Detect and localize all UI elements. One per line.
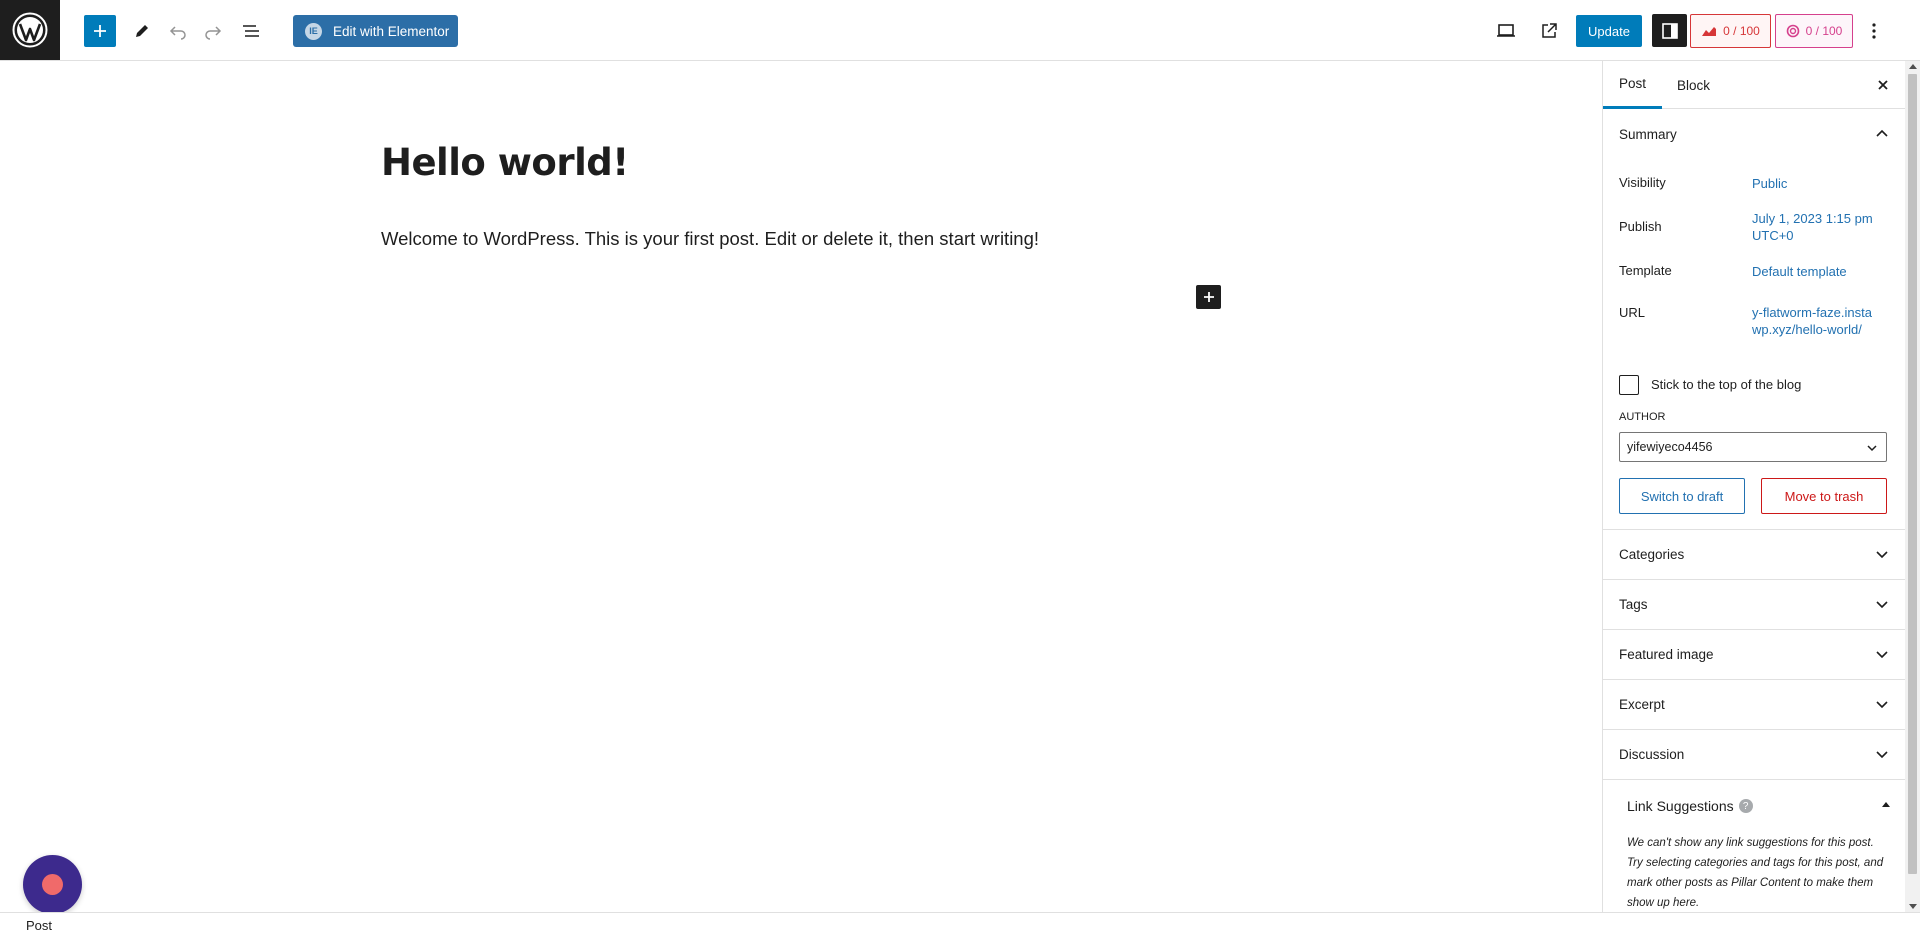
undo-button[interactable] [162,15,194,47]
list-view-icon [243,25,259,37]
chevron-up-icon [1876,129,1888,137]
sidebar-tabs: Post Block [1603,61,1905,109]
tags-heading: Tags [1619,597,1648,612]
breadcrumb-post[interactable]: Post [26,918,52,933]
readability-score-value: 0 / 100 [1805,24,1843,38]
help-icon[interactable]: ? [1738,799,1753,813]
author-label: AUTHOR [1619,411,1666,423]
paragraph-block[interactable]: Welcome to WordPress. This is your first… [381,228,1039,250]
desktop-preview-icon [1497,24,1515,37]
move-to-trash-button[interactable]: Move to trash [1761,478,1887,514]
external-link-icon [1542,23,1557,38]
block-breadcrumb-bar: Post [0,912,1920,937]
plus-icon [94,25,106,37]
post-title[interactable]: Hello world! [381,141,629,184]
chat-icon [42,874,63,895]
chevron-down-icon [1876,751,1888,759]
sticky-checkbox[interactable] [1619,375,1639,395]
template-value[interactable]: Default template [1752,263,1877,280]
scroll-down-arrow[interactable] [1909,904,1917,909]
scroll-up-arrow[interactable] [1909,64,1917,69]
chat-widget-button[interactable] [23,855,82,914]
seo-score-value: 0 / 100 [1723,24,1760,38]
discussion-heading: Discussion [1619,747,1685,762]
discussion-panel-header[interactable]: Discussion [1603,730,1905,780]
seo-score-button[interactable]: 0 / 100 [1690,14,1771,48]
tab-block[interactable]: Block [1661,61,1726,109]
link-suggestions-message: We can't show any link suggestions for t… [1627,837,1884,909]
excerpt-panel-header[interactable]: Excerpt [1603,680,1905,730]
visibility-label: Visibility [1619,175,1666,190]
inline-add-block-button[interactable] [1196,285,1221,309]
more-vertical-icon [1872,23,1876,39]
chevron-down-icon [1867,445,1877,452]
featured-image-heading: Featured image [1619,647,1714,662]
document-overview-button[interactable] [235,15,267,47]
preview-button[interactable] [1490,15,1522,47]
publish-label: Publish [1619,219,1662,234]
update-button[interactable]: Update [1576,15,1642,47]
chevron-down-icon [1876,601,1888,609]
readability-score-icon [1786,24,1799,38]
add-block-button[interactable] [84,15,116,47]
plus-icon [1203,292,1214,302]
settings-sidebar: Post Block Summary Visibility Public Pub… [1602,61,1905,912]
categories-panel-header[interactable]: Categories [1603,530,1905,580]
seo-score-icon [1702,27,1717,36]
chevron-down-icon [1876,651,1888,659]
caret-up-icon[interactable] [1882,802,1890,807]
tags-panel-header[interactable]: Tags [1603,580,1905,630]
close-icon [1878,80,1888,90]
summary-panel-header[interactable]: Summary [1603,109,1905,159]
author-select[interactable]: yifewiyeco4456 [1619,432,1887,462]
tools-button[interactable] [126,15,158,47]
edit-with-elementor-button[interactable]: IE Edit with Elementor [293,15,458,47]
scrollbar-thumb[interactable] [1908,74,1917,874]
elementor-button-label: Edit with Elementor [333,23,450,39]
readability-score-button[interactable]: 0 / 100 [1775,14,1853,48]
url-label: URL [1619,305,1646,320]
publish-date-value[interactable]: July 1, 2023 1:15 pm UTC+0 [1752,210,1877,244]
options-button[interactable] [1858,15,1890,47]
link-suggestions-header: Link Suggestions ? [1603,781,1905,831]
redo-button[interactable] [197,15,229,47]
author-select-value: yifewiyeco4456 [1627,440,1713,454]
summary-heading: Summary [1619,126,1677,142]
sidebar-icon [1661,22,1678,39]
url-value[interactable]: y-flatworm-faze.instawp.xyz/hello-world/ [1752,304,1874,338]
elementor-icon: IE [305,22,322,40]
tab-post[interactable]: Post [1603,61,1663,109]
settings-toggle-button[interactable] [1652,14,1687,47]
excerpt-heading: Excerpt [1619,697,1665,712]
sidebar-scrollbar[interactable] [1905,61,1920,912]
sticky-label: Stick to the top of the blog [1651,377,1802,392]
editor-canvas: Hello world! Welcome to WordPress. This … [0,61,1602,914]
pencil-icon [136,25,148,37]
template-label: Template [1619,263,1672,278]
link-suggestions-heading: Link Suggestions [1627,798,1734,814]
view-post-button[interactable] [1533,15,1565,47]
editor-toolbar: IE Edit with Elementor Update 0 / 100 0 … [0,0,1920,61]
chevron-down-icon [1876,551,1888,559]
visibility-value[interactable]: Public [1752,175,1877,192]
categories-heading: Categories [1619,547,1685,562]
featured-image-panel-header[interactable]: Featured image [1603,630,1905,680]
chevron-down-icon [1876,701,1888,709]
summary-panel: Visibility Public Publish July 1, 2023 1… [1603,158,1905,530]
wordpress-logo-icon[interactable] [0,0,60,60]
undo-icon [169,26,186,40]
switch-to-draft-button[interactable]: Switch to draft [1619,478,1745,514]
redo-icon [205,26,222,40]
close-settings-button[interactable] [1871,73,1895,97]
